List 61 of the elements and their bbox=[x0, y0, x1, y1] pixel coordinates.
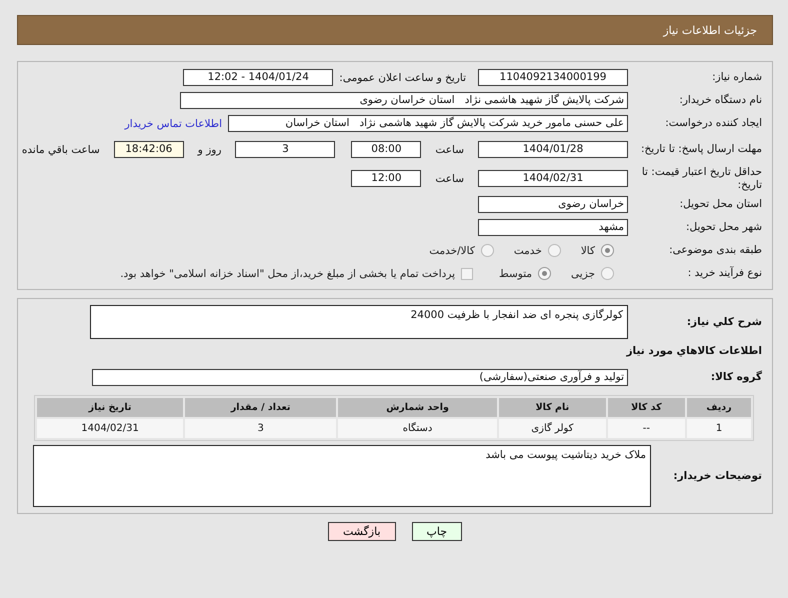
field-label: توضیحات خریدار: bbox=[672, 470, 763, 482]
days-field: 3 bbox=[235, 141, 336, 158]
section-heading: اطلاعات کالاهاي مورد نیاز bbox=[626, 344, 763, 356]
radio-button[interactable] bbox=[548, 244, 561, 257]
column-header: ردیف bbox=[687, 398, 751, 417]
column-header: واحد شمارش bbox=[338, 398, 497, 417]
days-label: روز و bbox=[196, 144, 222, 156]
field-label: نام دستگاه خریدار: bbox=[678, 94, 763, 107]
remaining-time-field: 18:42:06 bbox=[114, 141, 184, 158]
buyer-notes-textarea[interactable]: ملاک خرید دیتاشیت پیوست می باشد bbox=[33, 445, 651, 507]
need-number-field: 1104092134000199 bbox=[478, 69, 628, 86]
field-label: شرح کلي نیاز: bbox=[686, 316, 763, 328]
table-cell: دستگاه bbox=[338, 419, 497, 438]
remaining-label: ساعت باقي مانده bbox=[20, 144, 101, 156]
field-label: ایجاد کننده درخواست: bbox=[664, 117, 763, 130]
option-label: جزیی bbox=[571, 268, 595, 280]
field-label: نوع فرآیند خرید : bbox=[686, 267, 763, 280]
option-label: خدمت bbox=[514, 244, 542, 256]
column-header: نام کالا bbox=[498, 398, 606, 417]
checkbox[interactable] bbox=[461, 268, 474, 280]
date-field: 1404/02/31 bbox=[478, 170, 628, 187]
option-label: متوسط bbox=[499, 268, 532, 280]
date-field: 1404/01/28 bbox=[478, 141, 628, 158]
field-label: استان محل تحویل: bbox=[678, 198, 763, 211]
print-button[interactable]: چاپ bbox=[412, 522, 462, 541]
city-field: مشهد bbox=[478, 219, 628, 236]
table-cell: کولر گازی bbox=[498, 419, 606, 438]
creator-field: علی حسنی مامور خرید شرکت پالایش گاز شهید هاشمی نژاد استان خراسان bbox=[228, 115, 628, 132]
table-cell: 1 bbox=[687, 419, 751, 438]
table-cell: 1404/02/31 bbox=[37, 419, 184, 438]
back-button[interactable]: بازگشت bbox=[328, 522, 396, 541]
time-label: ساعت bbox=[434, 144, 465, 156]
time-field: 12:00 bbox=[351, 170, 422, 187]
buyer-contact-link[interactable]: اطلاعات تماس خریدار bbox=[124, 118, 222, 130]
checkbox-label: پرداخت تمام یا بخشی از مبلغ خرید،از محل "اسناد خزانه اسلامی" خواهد بود. bbox=[120, 268, 456, 280]
field-label: گروه کالا: bbox=[710, 371, 763, 384]
description-textarea[interactable]: کولرگازی پنجره ای ضد انفجار با ظرفیت 24000 bbox=[90, 305, 628, 339]
radio-button[interactable] bbox=[601, 244, 614, 257]
table-cell: 3 bbox=[185, 419, 336, 438]
field-label: طبقه بندی موضوعی: bbox=[668, 244, 763, 257]
goods-group-field: تولید و فرآوری صنعتی(سفارشی) bbox=[92, 369, 628, 386]
field-label: حداقل تاریخ اعتبار قیمت: تا تاریخ: bbox=[640, 166, 763, 192]
field-label: مهلت ارسال پاسخ: تا تاریخ: bbox=[640, 143, 763, 156]
time-field: 08:00 bbox=[351, 141, 422, 158]
field-label: شهر محل تحویل: bbox=[685, 221, 763, 234]
radio-button[interactable] bbox=[480, 244, 494, 257]
column-header: تعداد / مقدار bbox=[185, 398, 336, 417]
buyer-org-field: شرکت پالایش گاز شهید هاشمی نژاد استان خراسان رضوی bbox=[180, 92, 628, 109]
column-header: تاریخ نیاز bbox=[37, 398, 184, 417]
field-label: شماره نیاز: bbox=[711, 71, 763, 84]
province-field: خراسان رضوی bbox=[478, 196, 628, 213]
option-label: کالا bbox=[580, 244, 595, 256]
field-label: تاریخ و ساعت اعلان عمومی: bbox=[339, 72, 466, 84]
page-title: جزئیات اطلاعات نیاز bbox=[663, 24, 757, 36]
table-cell: -- bbox=[608, 419, 686, 438]
announce-date-field: 1404/01/24 - 12:02 bbox=[183, 69, 334, 86]
time-label: ساعت bbox=[434, 172, 465, 184]
option-label: کالا/خدمت bbox=[429, 244, 475, 256]
radio-button[interactable] bbox=[538, 267, 552, 280]
radio-button[interactable] bbox=[601, 267, 614, 280]
column-header: کد کالا bbox=[608, 398, 686, 417]
